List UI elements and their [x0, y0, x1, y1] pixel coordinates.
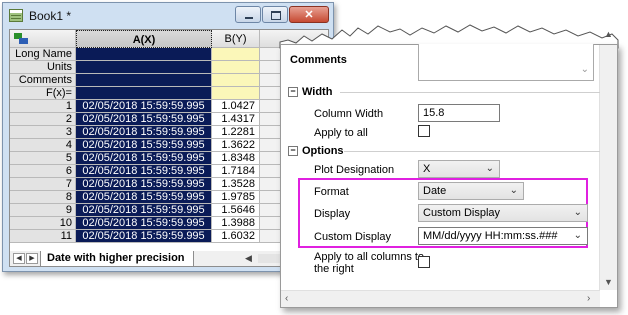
row-label-long-name[interactable]: Long Name	[10, 48, 76, 61]
display-label: Display	[314, 208, 351, 220]
column-width-field[interactable]: 15.8	[418, 104, 500, 122]
column-width-label: Column Width	[314, 108, 384, 120]
cell-b[interactable]: 1.3988	[212, 217, 260, 230]
row-number[interactable]: 3	[10, 126, 76, 139]
format-value: Date	[423, 185, 447, 197]
cell-b-long-name[interactable]	[212, 48, 260, 61]
display-value: Custom Display	[423, 207, 501, 219]
custom-display-label: Custom Display	[314, 231, 392, 243]
column-header-a[interactable]: A(X)	[76, 30, 212, 48]
row-number[interactable]: 7	[10, 178, 76, 191]
cell-a-comments[interactable]	[76, 74, 212, 87]
cell-a[interactable]: 02/05/2018 15:59:59.995	[76, 217, 212, 230]
corner-cell[interactable]	[10, 30, 76, 48]
plot-designation-label: Plot Designation	[314, 164, 395, 176]
sheet-corner-icon	[14, 33, 28, 45]
row-number[interactable]: 4	[10, 139, 76, 152]
custom-display-combo[interactable]: MM/dd/yyyy HH:mm:ss.### ⌄	[418, 227, 588, 245]
format-label: Format	[314, 186, 349, 198]
workbook-icon	[9, 9, 23, 22]
row-number[interactable]: 8	[10, 191, 76, 204]
cell-a[interactable]: 02/05/2018 15:59:59.995	[76, 152, 212, 165]
scroll-down-icon[interactable]: ▼	[604, 277, 613, 287]
row-number[interactable]: 2	[10, 113, 76, 126]
row-label-fx[interactable]: F(x)=	[10, 87, 76, 100]
chevron-down-icon: ⌄	[573, 230, 582, 241]
scroll-up-icon[interactable]: ▲	[604, 29, 613, 39]
collapse-options-icon[interactable]: −	[288, 146, 298, 156]
cell-b[interactable]: 1.9785	[212, 191, 260, 204]
cell-b[interactable]: 1.7184	[212, 165, 260, 178]
width-section-label: Width	[302, 86, 333, 98]
row-number[interactable]: 10	[10, 217, 76, 230]
column-header-b[interactable]: B(Y)	[212, 30, 260, 48]
options-section-label: Options	[302, 145, 344, 157]
workbook-title: Book1 *	[29, 9, 72, 23]
collapse-width-icon[interactable]: −	[288, 87, 298, 97]
cell-b[interactable]: 1.6032	[212, 230, 260, 243]
divider	[344, 151, 600, 152]
chevron-down-icon: ⌄	[573, 207, 582, 218]
cell-b-units[interactable]	[212, 61, 260, 74]
cell-a[interactable]: 02/05/2018 15:59:59.995	[76, 100, 212, 113]
scroll-left-icon[interactable]: ◀	[245, 253, 252, 264]
options-section-header[interactable]: − Options	[288, 145, 344, 157]
panel-horizontal-scrollbar[interactable]: ‹ ›	[281, 290, 600, 307]
next-sheet-icon[interactable]: ▶	[26, 253, 38, 264]
cell-a[interactable]: 02/05/2018 15:59:59.995	[76, 126, 212, 139]
cell-b[interactable]: 1.3528	[212, 178, 260, 191]
row-label-comments[interactable]: Comments	[10, 74, 76, 87]
row-number[interactable]: 6	[10, 165, 76, 178]
row-number[interactable]: 1	[10, 100, 76, 113]
apply-to-all-label: Apply to all	[314, 127, 368, 139]
panel-scroll-right-icon[interactable]: ›	[587, 293, 590, 304]
cell-b[interactable]: 1.8348	[212, 152, 260, 165]
chevron-down-icon: ⌄	[509, 185, 518, 196]
cell-a[interactable]: 02/05/2018 15:59:59.995	[76, 230, 212, 243]
cell-a[interactable]: 02/05/2018 15:59:59.995	[76, 139, 212, 152]
apply-right-label-line2: the right	[314, 263, 354, 275]
cell-b[interactable]: 1.2281	[212, 126, 260, 139]
comments-label: Comments	[290, 54, 347, 66]
cell-b-fx[interactable]	[212, 87, 260, 100]
display-dropdown[interactable]: Custom Display ⌄	[418, 204, 588, 222]
cell-b[interactable]: 1.5646	[212, 204, 260, 217]
prev-sheet-icon[interactable]: ◀	[13, 253, 25, 264]
custom-display-value: MM/dd/yyyy HH:mm:ss.###	[423, 230, 558, 242]
chevron-down-icon: ⌄	[485, 163, 494, 174]
cell-a[interactable]: 02/05/2018 15:59:59.995	[76, 178, 212, 191]
cell-a-fx[interactable]	[76, 87, 212, 100]
format-dropdown[interactable]: Date ⌄	[418, 182, 524, 200]
cell-b-comments[interactable]	[212, 74, 260, 87]
vertical-scrollbar[interactable]: ▲ ▼	[599, 29, 617, 290]
row-number[interactable]: 11	[10, 230, 76, 243]
comments-expand-icon[interactable]: ⌄	[581, 64, 589, 75]
cell-a[interactable]: 02/05/2018 15:59:59.995	[76, 191, 212, 204]
divider	[340, 92, 600, 93]
apply-right-checkbox[interactable]	[418, 256, 430, 268]
apply-to-all-checkbox[interactable]	[418, 125, 430, 137]
plot-designation-value: X	[423, 163, 431, 175]
cell-b[interactable]: 1.4317	[212, 113, 260, 126]
cell-a-units[interactable]	[76, 61, 212, 74]
plot-designation-dropdown[interactable]: X ⌄	[418, 160, 500, 178]
row-number[interactable]: 5	[10, 152, 76, 165]
comments-textarea[interactable]: ⌄	[418, 44, 594, 81]
row-label-units[interactable]: Units	[10, 61, 76, 74]
cell-b[interactable]: 1.3622	[212, 139, 260, 152]
panel-scroll-left-icon[interactable]: ‹	[285, 293, 288, 304]
width-section-header[interactable]: − Width	[288, 86, 332, 98]
cell-b[interactable]: 1.0427	[212, 100, 260, 113]
cell-a[interactable]: 02/05/2018 15:59:59.995	[76, 113, 212, 126]
sheet-tab[interactable]: Date with higher precision	[40, 251, 194, 267]
apply-right-label-line1: Apply to all columns to	[314, 251, 425, 263]
cell-a-long-name[interactable]	[76, 48, 212, 61]
cell-a[interactable]: 02/05/2018 15:59:59.995	[76, 204, 212, 217]
minimize-button[interactable]	[235, 6, 261, 23]
row-number[interactable]: 9	[10, 204, 76, 217]
cell-a[interactable]: 02/05/2018 15:59:59.995	[76, 165, 212, 178]
